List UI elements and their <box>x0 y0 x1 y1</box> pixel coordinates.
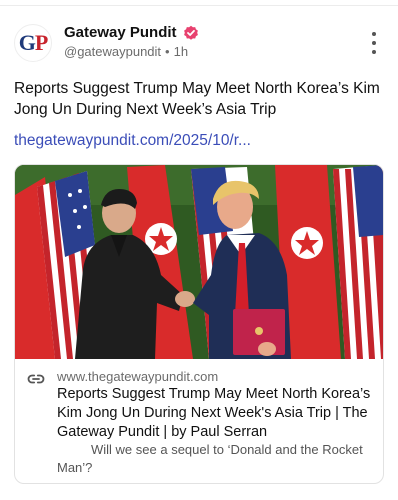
link-icon <box>27 374 45 384</box>
post-age: 1h <box>173 44 189 59</box>
post-link[interactable]: thegatewaypundit.com/2025/10/r... <box>14 132 251 150</box>
link-card[interactable]: www.thegatewaypundit.com Reports Suggest… <box>14 164 384 484</box>
handle-row: @gatewaypundit • 1h <box>64 44 188 59</box>
meta-separator: • <box>165 44 170 59</box>
name-row: Gateway Pundit <box>64 24 199 41</box>
avatar[interactable]: GP <box>14 24 52 62</box>
link-card-image[interactable] <box>15 165 383 359</box>
link-card-meta: www.thegatewaypundit.com Reports Suggest… <box>15 365 383 483</box>
link-card-domain: www.thegatewaypundit.com <box>57 369 219 384</box>
link-card-title[interactable]: Reports Suggest Trump May Meet North Kor… <box>57 385 375 442</box>
post-header: GP Gateway Pundit @gatewaypundit • 1h <box>14 22 384 62</box>
link-card-description: Will we see a sequel to ‘Donald and the … <box>57 442 363 475</box>
account-name[interactable]: Gateway Pundit <box>64 24 177 41</box>
post-text: Reports Suggest Trump May Meet North Kor… <box>14 80 380 118</box>
verified-badge-icon <box>183 25 198 40</box>
more-vertical-icon[interactable] <box>364 32 384 54</box>
account-handle[interactable]: @gatewaypundit <box>64 44 161 59</box>
avatar-logo: GP <box>18 30 49 55</box>
top-divider <box>0 0 398 6</box>
